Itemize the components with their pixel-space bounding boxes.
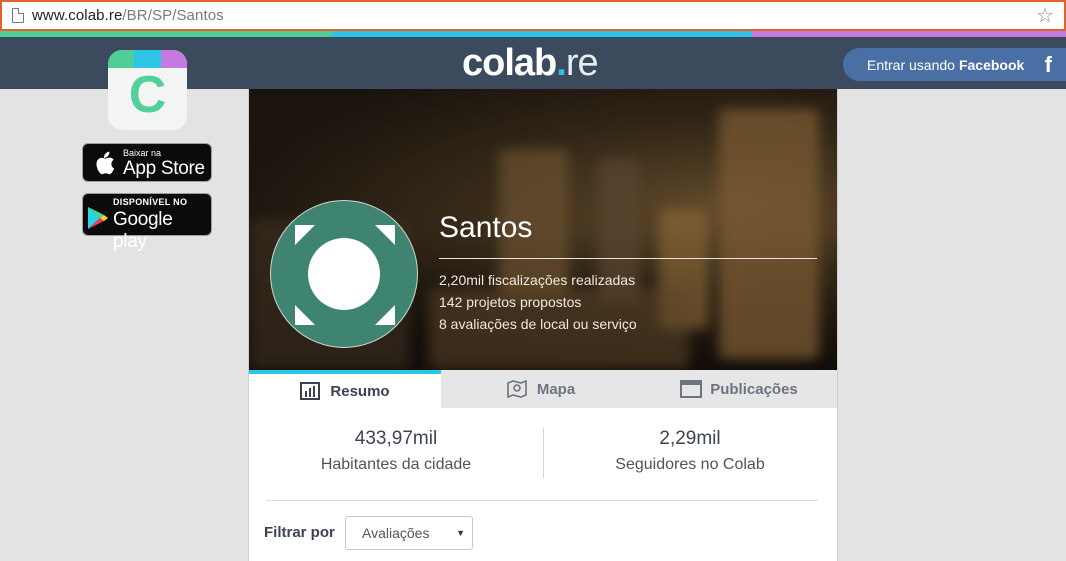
apple-icon <box>93 150 115 181</box>
section-divider <box>266 500 818 501</box>
city-stat-projetos: 142 projetos propostos <box>439 294 582 310</box>
google-play-badge[interactable]: DISPONÍVEL NO Google play <box>82 193 212 252</box>
population-label: Habitantes da cidade <box>320 456 472 473</box>
app-store-badge[interactable]: Baixar na App Store <box>82 143 212 182</box>
filter-select[interactable]: Avaliações ▼ <box>345 516 473 550</box>
city-stat-avaliacoes: 8 avaliações de local ou serviço <box>439 316 637 332</box>
app-icon-letter: C <box>128 66 167 124</box>
tab-resumo[interactable]: Resumo <box>249 370 441 408</box>
tab-mapa-label: Mapa <box>536 380 576 398</box>
colab-logo[interactable]: colab.re <box>462 42 599 84</box>
address-bar[interactable]: www.colab.re/BR/SP/Santos ☆ <box>0 0 1066 31</box>
city-name-divider <box>439 258 817 259</box>
facebook-login-brand: Facebook <box>958 56 1025 73</box>
city-summary: 433,97mil Habitantes da cidade 2,29mil S… <box>249 428 837 483</box>
followers-stat: 2,29mil Seguidores no Colab <box>543 428 837 474</box>
city-panel: Santos 2,20mil fiscalizações realizadas … <box>248 89 838 561</box>
followers-label: Seguidores no Colab <box>615 456 765 473</box>
bookmark-star-icon[interactable]: ☆ <box>1036 4 1054 28</box>
url-text[interactable]: www.colab.re/BR/SP/Santos <box>32 7 224 24</box>
population-stat: 433,97mil Habitantes da cidade <box>249 428 543 474</box>
city-stat-fiscalizacoes: 2,20mil fiscalizações realizadas <box>439 272 636 288</box>
facebook-icon: f <box>1044 52 1052 77</box>
filter-selected-value: Avaliações <box>362 525 430 541</box>
app-store-small-text: Baixar na <box>123 148 162 158</box>
colab-app-icon[interactable]: C <box>108 50 187 130</box>
browser-window-icon <box>680 380 703 398</box>
city-avatar <box>270 200 418 348</box>
tab-mapa[interactable]: Mapa <box>441 370 641 408</box>
app-store-big-text: App Store <box>123 158 205 179</box>
map-pin-icon <box>507 379 527 399</box>
tab-publicacoes-label: Publicações <box>710 380 798 398</box>
google-play-icon <box>88 207 108 229</box>
facebook-login-prefix: Entrar usando <box>867 56 955 73</box>
bar-chart-icon <box>300 382 321 400</box>
city-cover-photo: Santos 2,20mil fiscalizações realizadas … <box>249 89 837 370</box>
google-play-big-text: Google play <box>113 209 173 252</box>
filter-label: Filtrar por <box>264 524 335 541</box>
dropdown-arrow-icon: ▼ <box>456 528 465 538</box>
tab-resumo-label: Resumo <box>330 382 390 400</box>
facebook-login-button[interactable]: Entrar usando Facebook f <box>843 48 1066 81</box>
followers-value: 2,29mil <box>659 428 721 449</box>
population-value: 433,97mil <box>354 428 438 449</box>
city-tabs: Resumo Mapa Publicações <box>249 370 837 408</box>
city-name: Santos <box>439 211 533 244</box>
google-play-small-text: DISPONÍVEL NO <box>113 197 188 207</box>
tab-publicacoes[interactable]: Publicações <box>641 370 837 408</box>
page-icon <box>12 8 24 23</box>
